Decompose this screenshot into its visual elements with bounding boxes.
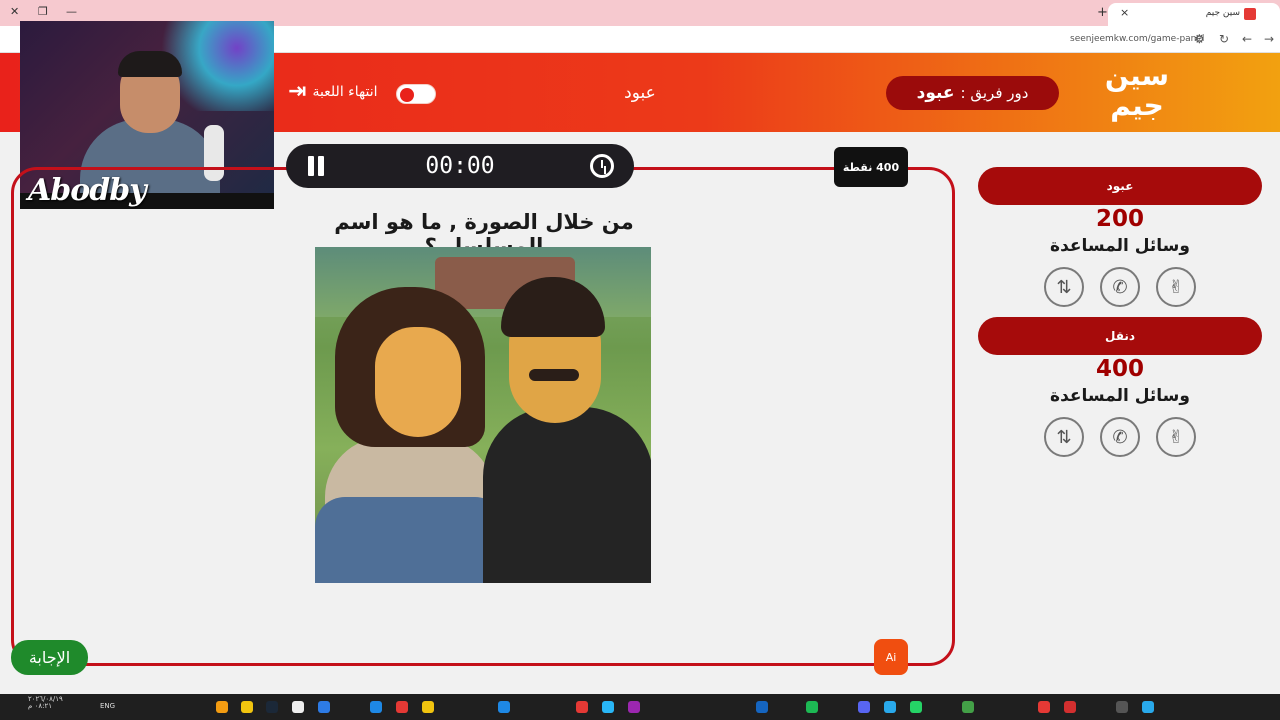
- opera-icon[interactable]: [1064, 701, 1076, 713]
- taskbar-language[interactable]: ENG: [100, 702, 115, 710]
- question-image: [315, 247, 651, 583]
- close-window-icon[interactable]: ✕: [10, 5, 19, 18]
- image-man-body: [483, 407, 651, 583]
- ai-button[interactable]: Ai: [874, 639, 908, 675]
- steam-icon[interactable]: [266, 701, 278, 713]
- end-game-toggle[interactable]: [396, 84, 436, 104]
- exit-arrow-icon: ⇥: [288, 79, 307, 104]
- telegram-icon[interactable]: [884, 701, 896, 713]
- new-tab-button[interactable]: +: [1097, 5, 1108, 20]
- forward-icon[interactable]: ←: [1242, 32, 1252, 46]
- reload-icon[interactable]: ↻: [1219, 32, 1229, 46]
- team-1-swap-question-icon[interactable]: ⇅: [1044, 267, 1084, 307]
- photoshop-icon[interactable]: [756, 701, 768, 713]
- timer-value: 00:00: [425, 153, 495, 179]
- app-icon[interactable]: [241, 701, 253, 713]
- app-logo: سين جيم: [1104, 59, 1170, 122]
- site-settings-icon[interactable]: ⚙: [1194, 32, 1205, 46]
- app-icon[interactable]: [602, 701, 614, 713]
- image-woman-face: [375, 327, 461, 437]
- team-2-phone-call-icon[interactable]: ✆: [1100, 417, 1140, 457]
- team-2-swap-question-icon[interactable]: ⇅: [1044, 417, 1084, 457]
- url-field[interactable]: seenjeemkw.com/game-panel: [1070, 34, 1204, 44]
- image-man-moustache: [529, 369, 579, 381]
- app-icon[interactable]: [396, 701, 408, 713]
- team-1-score: 200: [1095, 206, 1144, 232]
- app-icon[interactable]: [962, 701, 974, 713]
- app-icon[interactable]: [216, 701, 228, 713]
- restore-window-icon[interactable]: ❐: [38, 5, 48, 18]
- reset-timer-icon[interactable]: [590, 154, 614, 178]
- app-icon[interactable]: [628, 701, 640, 713]
- chrome-icon[interactable]: [1038, 701, 1050, 713]
- taskbar-date: ٢٠٢٦/٠٨/١٩: [28, 695, 63, 703]
- app-icon[interactable]: [370, 701, 382, 713]
- turn-label: دور فريق :: [960, 84, 1029, 102]
- app-icon[interactable]: [576, 701, 588, 713]
- tab-close-icon[interactable]: ×: [1120, 6, 1129, 19]
- discord-icon[interactable]: [858, 701, 870, 713]
- points-badge: 400 نقطة: [834, 147, 908, 187]
- team-1-two-answers-icon[interactable]: ✌: [1156, 267, 1196, 307]
- team-1-phone-call-icon[interactable]: ✆: [1100, 267, 1140, 307]
- search-icon[interactable]: [1116, 701, 1128, 713]
- app-icon[interactable]: [292, 701, 304, 713]
- team-2-helpers-label: وسائل المساعدة: [1050, 386, 1190, 406]
- streamer-hair: [118, 51, 182, 77]
- taskbar-time: ٠٨:٢١ م: [28, 702, 52, 710]
- back-icon[interactable]: →: [1264, 32, 1274, 46]
- app-icon[interactable]: [422, 701, 434, 713]
- timer-bar: 00:00: [286, 144, 634, 188]
- end-game-label: انتهاء اللعبة: [312, 84, 378, 100]
- turn-indicator: دور فريق : عبود: [886, 76, 1059, 110]
- app-icon[interactable]: [498, 701, 510, 713]
- turn-team: عبود: [916, 83, 955, 103]
- spotify-icon[interactable]: [806, 701, 818, 713]
- taskbar: ٠٨:٢١ م ٢٠٢٦/٠٨/١٩ ENG: [0, 694, 1280, 720]
- minimize-window-icon[interactable]: —: [66, 5, 77, 18]
- browser-tab[interactable]: × سين جيم: [1108, 3, 1280, 26]
- favicon-icon: [1244, 8, 1256, 20]
- team-1-name: عبود: [978, 167, 1262, 205]
- team-2-score: 400: [1095, 356, 1144, 382]
- tab-title: سين جيم: [1205, 8, 1240, 18]
- end-game-button[interactable]: انتهاء اللعبة ⇥: [288, 79, 378, 104]
- image-woman-jeans: [315, 497, 505, 583]
- team-2-name: دنقل: [978, 317, 1262, 355]
- current-team-name: عبود: [624, 83, 656, 103]
- team-2-two-answers-icon[interactable]: ✌: [1156, 417, 1196, 457]
- whatsapp-icon[interactable]: [910, 701, 922, 713]
- app-icon[interactable]: [318, 701, 330, 713]
- answer-button[interactable]: الإجابة: [11, 640, 88, 675]
- windows-start-icon[interactable]: [1142, 701, 1154, 713]
- toggle-knob: [400, 88, 414, 102]
- team-1-helpers-label: وسائل المساعدة: [1050, 236, 1190, 256]
